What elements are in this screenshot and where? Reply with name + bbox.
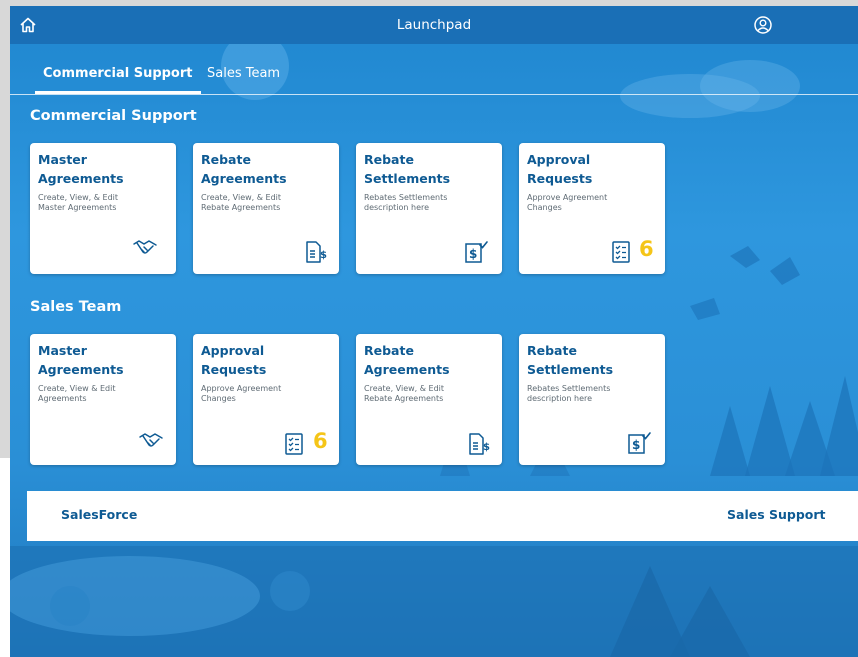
notification-badge: 6 [639, 237, 654, 261]
footer-links-bar: SalesForce Sales Support [27, 491, 858, 541]
tile-rebate-settlements[interactable]: Rebate Settlements Rebates Settlements des… [519, 334, 665, 465]
tile-description: Rebates Settlements description here [527, 384, 611, 403]
svg-text:$: $ [469, 247, 477, 261]
checklist-icon [285, 433, 303, 455]
notification-badge: 6 [313, 429, 328, 453]
section-title-commercial-support: Commercial Support [30, 108, 197, 124]
background-illustration [10, 32, 858, 657]
tile-rebate-agreements[interactable]: Rebate Agreements Create, View, & Edit Reb… [193, 143, 339, 274]
tile-description: Create, View, & Edit Rebate Agreements [201, 193, 282, 212]
tab-commercial-support[interactable]: Commercial Support [35, 66, 200, 94]
launchpad-app: Launchpad Commercial Support Sales Team … [10, 6, 858, 657]
tile-master-agreements[interactable]: Master Agreements Create, View, & Edit Mas… [30, 143, 176, 274]
tile-title: Rebate Agreements [364, 343, 450, 377]
tile-description: Approve Agreement Changes [201, 384, 282, 403]
tile-title: Rebate Settlements [364, 152, 451, 186]
tile-title: Approval Requests [527, 152, 593, 186]
page-title: Launchpad [396, 17, 472, 33]
handshake-icon [133, 240, 157, 254]
salesforce-link[interactable]: SalesForce [61, 507, 137, 522]
sales-support-link[interactable]: Sales Support [727, 507, 826, 522]
tile-rebate-agreements[interactable]: Rebate Agreements Create, View, & Edit Reb… [356, 334, 502, 465]
svg-text:$: $ [483, 442, 490, 453]
tile-approval-requests[interactable]: Approval Requests Approve Agreement Change… [193, 334, 339, 465]
tile-master-agreements[interactable]: Master Agreements Create, View & Edit Agre… [30, 334, 176, 465]
tile-approval-requests[interactable]: Approval Requests Approve Agreement Change… [519, 143, 665, 274]
tile-title: Rebate Settlements [527, 343, 614, 377]
tile-rebate-settlements[interactable]: Rebate Settlements Rebates Settlements des… [356, 143, 502, 274]
tile-title: Master Agreements [38, 343, 124, 377]
tile-title: Approval Requests [201, 343, 267, 377]
tab-sales-team[interactable]: Sales Team [207, 66, 280, 81]
tile-description: Create, View, & Edit Rebate Agreements [364, 384, 445, 403]
tile-description: Create, View, & Edit Master Agreements [38, 193, 119, 212]
svg-text:$: $ [632, 438, 640, 452]
tile-title: Rebate Agreements [201, 152, 287, 186]
top-app-bar: Launchpad [10, 6, 858, 44]
document-dollar-icon: $ [469, 433, 490, 455]
handshake-icon [139, 433, 163, 447]
section-title-sales-team: Sales Team [30, 299, 122, 315]
tile-description: Create, View & Edit Agreements [38, 384, 116, 403]
dollar-check-icon: $ [465, 241, 488, 263]
window-edge [0, 458, 10, 657]
tab-bar: Commercial Support Sales Team [10, 60, 858, 95]
checklist-icon [612, 241, 630, 263]
tile-description: Rebates Settlements description here [364, 193, 448, 212]
home-icon[interactable] [18, 15, 38, 35]
tile-title: Master Agreements [38, 152, 124, 186]
dollar-check-icon: $ [628, 432, 651, 454]
document-dollar-icon: $ [306, 241, 327, 263]
tile-description: Approve Agreement Changes [527, 193, 608, 212]
user-account-icon[interactable] [753, 15, 773, 35]
svg-text:$: $ [320, 250, 327, 261]
